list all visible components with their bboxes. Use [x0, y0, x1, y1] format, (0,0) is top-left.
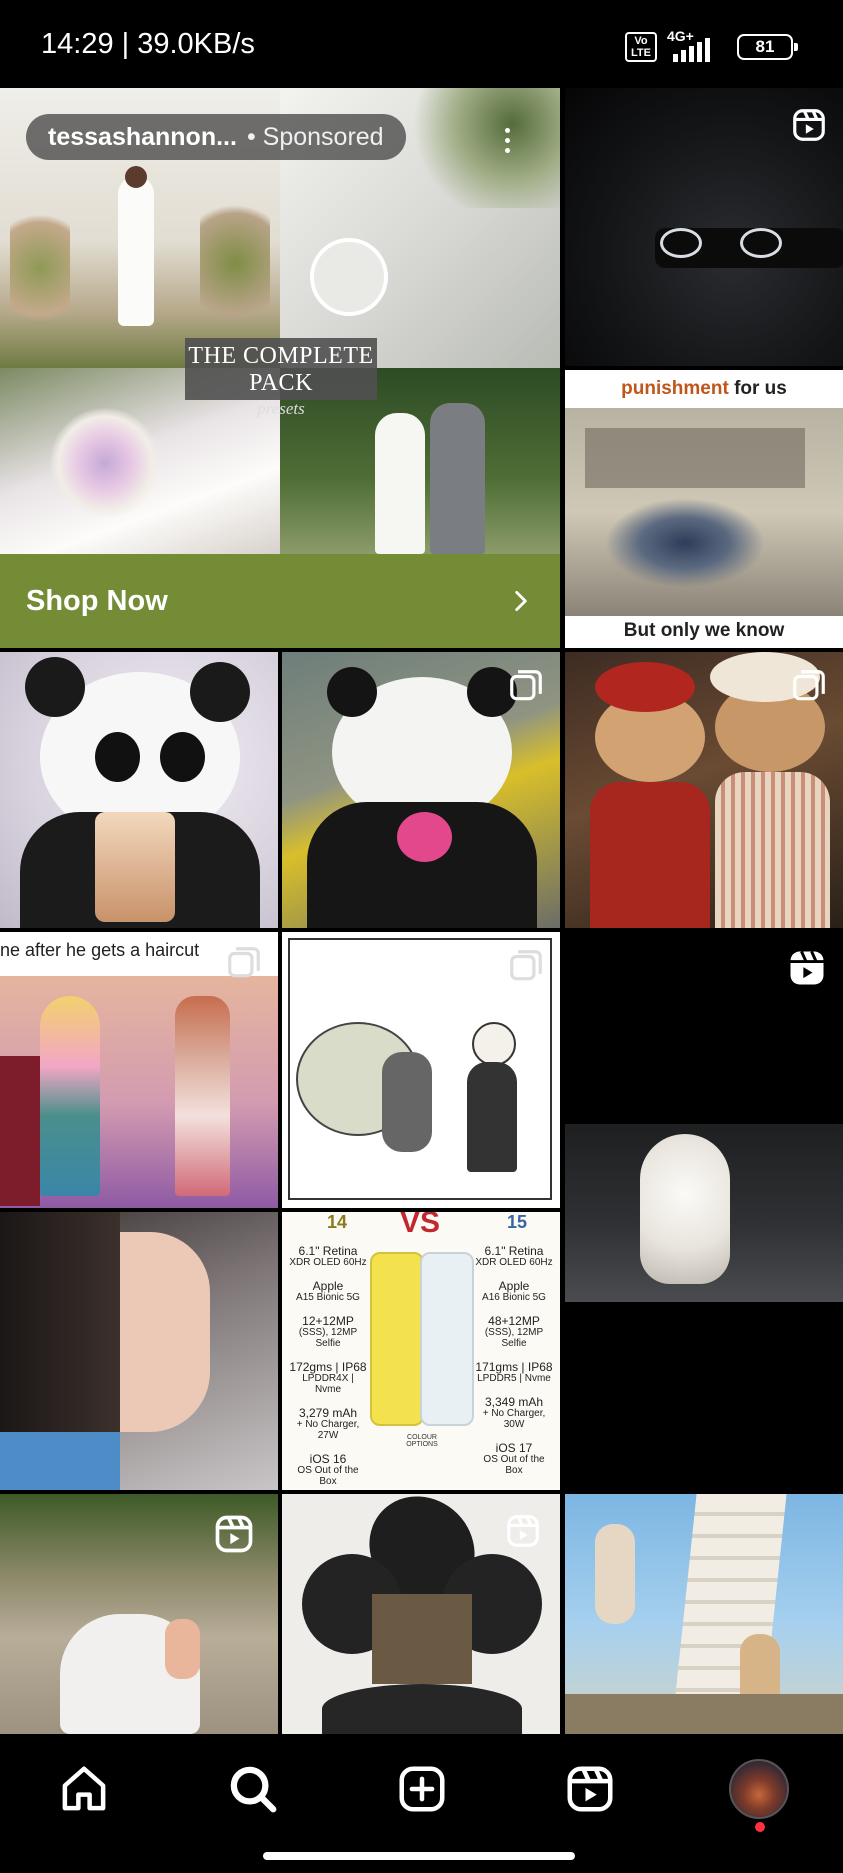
volte-icon: Vo LTE	[625, 32, 657, 62]
bottom-nav	[0, 1734, 843, 1873]
compare-right-model: 15	[507, 1212, 528, 1232]
compare-center-label: COLOUR OPTIONS	[406, 1434, 438, 1448]
grid-tile-punishment-meme[interactable]: punishment for us But only we know	[565, 370, 843, 648]
status-time: 14:29 | 39.0KB/s	[41, 28, 255, 60]
tab-reels[interactable]	[555, 1754, 625, 1824]
ad-caption: THE COMPLETE PACK presets	[185, 338, 377, 418]
grid-tile-car[interactable]	[565, 88, 843, 366]
ad-username[interactable]: tessashannon...	[48, 123, 237, 152]
more-options-icon[interactable]	[505, 128, 511, 158]
meme-top-accent: punishment	[621, 378, 729, 399]
tab-home[interactable]	[49, 1754, 119, 1824]
grid-tile-cartoon[interactable]	[282, 932, 560, 1208]
compare-phones-image	[370, 1252, 474, 1432]
compare-vs: VS	[400, 1212, 441, 1239]
search-icon	[230, 1766, 277, 1813]
ad-caption-subtitle: presets	[257, 399, 305, 418]
tab-search[interactable]	[218, 1754, 288, 1824]
grid-tile-haircut-meme[interactable]: ne after he gets a haircut	[0, 932, 278, 1208]
explore-grid: tessashannon... • Sponsored THE COMPLETE…	[0, 88, 843, 1734]
tab-create[interactable]	[387, 1754, 457, 1824]
carousel-icon	[510, 950, 542, 981]
shop-now-label: Shop Now	[26, 584, 168, 617]
status-icons: Vo LTE 4G+ 81	[625, 28, 798, 64]
meme-bottom-text: But only we know	[623, 620, 785, 641]
reels-icon	[215, 1515, 253, 1553]
carousel-icon	[793, 670, 825, 701]
meme-top-text: punishment for us	[565, 378, 843, 400]
grid-tile-pisa[interactable]	[565, 1494, 843, 1734]
create-icon	[399, 1766, 445, 1812]
grid-tile-portrait[interactable]	[0, 1212, 278, 1490]
sponsored-label: • Sponsored	[246, 122, 384, 151]
ad-caption-title: THE COMPLETE PACK	[188, 343, 374, 396]
tab-profile[interactable]	[724, 1754, 794, 1824]
grid-tile-panda-rose[interactable]	[282, 652, 560, 928]
reels-icon	[790, 950, 824, 985]
ad-header[interactable]: tessashannon... • Sponsored	[26, 114, 406, 160]
compare-right-specs: 6.1" Retina XDR OLED 60Hz Apple A16 Bionic…	[475, 1244, 553, 1476]
battery-level: 81	[755, 37, 775, 56]
signal-icon: 4G+	[667, 28, 727, 62]
meme-caption: ne after he gets a haircut	[0, 940, 200, 960]
shop-now-button[interactable]: Shop Now	[0, 554, 560, 648]
home-indicator[interactable]	[263, 1852, 575, 1860]
grid-tile-cats[interactable]	[565, 652, 843, 928]
grid-tile-horse[interactable]	[0, 1494, 278, 1734]
compare-left-specs: 6.1" Retina XDR OLED 60Hz Apple A15 Bionic…	[289, 1244, 367, 1487]
carousel-icon	[510, 670, 542, 701]
chevron-right-icon	[515, 590, 527, 612]
grid-tile-panda-drink[interactable]	[0, 652, 278, 928]
reels-icon	[567, 1766, 613, 1812]
profile-avatar	[729, 1759, 789, 1819]
carousel-icon	[228, 947, 260, 978]
meme-photo-school	[565, 408, 843, 616]
notification-dot	[755, 1822, 765, 1832]
meme-photo-barbie	[0, 976, 278, 1208]
status-bar: 14:29 | 39.0KB/s Vo LTE 4G+ 81	[0, 0, 843, 88]
grid-tile-heart-craft[interactable]	[282, 1494, 560, 1734]
meme-top-rest: for us	[728, 378, 787, 399]
reels-icon	[793, 109, 825, 141]
reels-icon	[507, 1515, 539, 1547]
home-icon	[62, 1766, 106, 1811]
sponsored-post[interactable]: tessashannon... • Sponsored THE COMPLETE…	[0, 88, 560, 648]
compare-left-model: 14	[327, 1212, 348, 1232]
battery-icon: 81	[737, 34, 798, 60]
grid-tile-reel-fluffy[interactable]	[565, 932, 843, 1490]
grid-tile-phone-compare[interactable]: 14 VS 15 6.1" Retina XDR OLED 60Hz Apple A…	[282, 1212, 560, 1490]
